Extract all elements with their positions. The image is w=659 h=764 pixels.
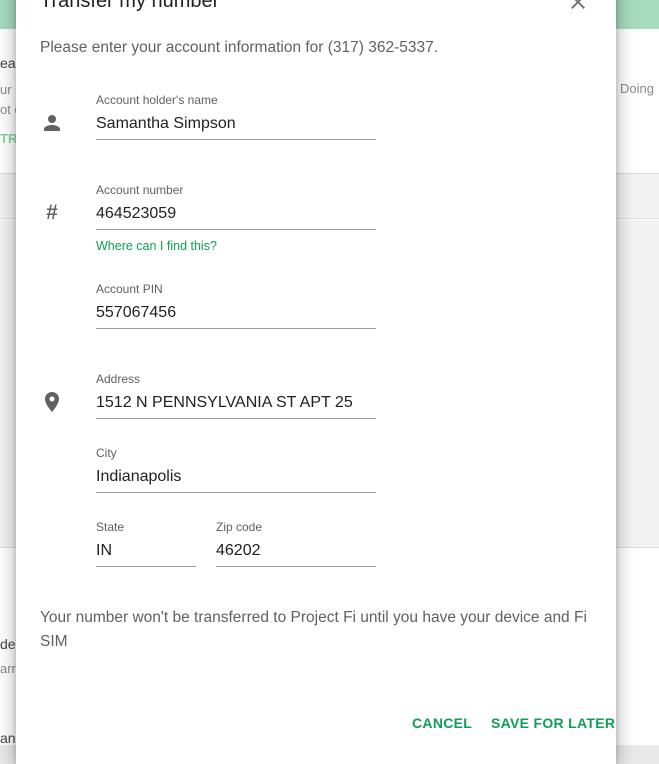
state-field: State: [96, 520, 196, 567]
background-text: TR: [0, 131, 18, 146]
transfer-notice: Your number won't be transferred to Proj…: [40, 609, 587, 650]
city-field: City: [96, 446, 376, 493]
state-input[interactable]: [96, 538, 196, 567]
account-pin-field: Account PIN: [96, 282, 376, 329]
account-holder-name-input[interactable]: [96, 111, 376, 140]
account-number-field: Account number: [96, 183, 376, 230]
close-icon: [571, 0, 585, 9]
hash-icon: #: [46, 201, 58, 224]
background-text: ur: [0, 82, 12, 97]
background-text: Doing: [620, 81, 654, 96]
state-label: State: [96, 520, 125, 534]
city-label: City: [96, 446, 117, 460]
address-input[interactable]: [96, 390, 376, 419]
transfer-number-dialog: Transfer my number Please enter your acc…: [16, 0, 616, 764]
account-pin-label: Account PIN: [96, 282, 163, 296]
location-pin-icon: [45, 392, 59, 412]
account-holder-name-field: Account holder's name: [96, 93, 376, 140]
save-for-later-button[interactable]: SAVE FOR LATER: [491, 715, 615, 731]
intro-text: Please enter your account information fo…: [40, 39, 439, 56]
zip-code-field: Zip code: [216, 520, 376, 567]
where-find-link[interactable]: Where can I find this?: [96, 239, 217, 253]
background-text: arr: [0, 661, 16, 676]
account-pin-input[interactable]: [96, 300, 376, 329]
account-number-input[interactable]: [96, 201, 376, 230]
city-input[interactable]: [96, 464, 376, 493]
address-field: Address: [96, 372, 376, 419]
zip-code-label: Zip code: [216, 520, 263, 534]
zip-code-input[interactable]: [216, 538, 376, 567]
close-button[interactable]: [566, 0, 590, 14]
address-label: Address: [96, 372, 141, 386]
account-number-label: Account number: [96, 183, 184, 197]
account-holder-name-label: Account holder's name: [96, 93, 218, 107]
person-icon: [44, 115, 60, 131]
cancel-button[interactable]: CANCEL: [412, 715, 472, 731]
dialog-title: Transfer my number: [40, 0, 220, 12]
background-text: de: [0, 636, 16, 652]
